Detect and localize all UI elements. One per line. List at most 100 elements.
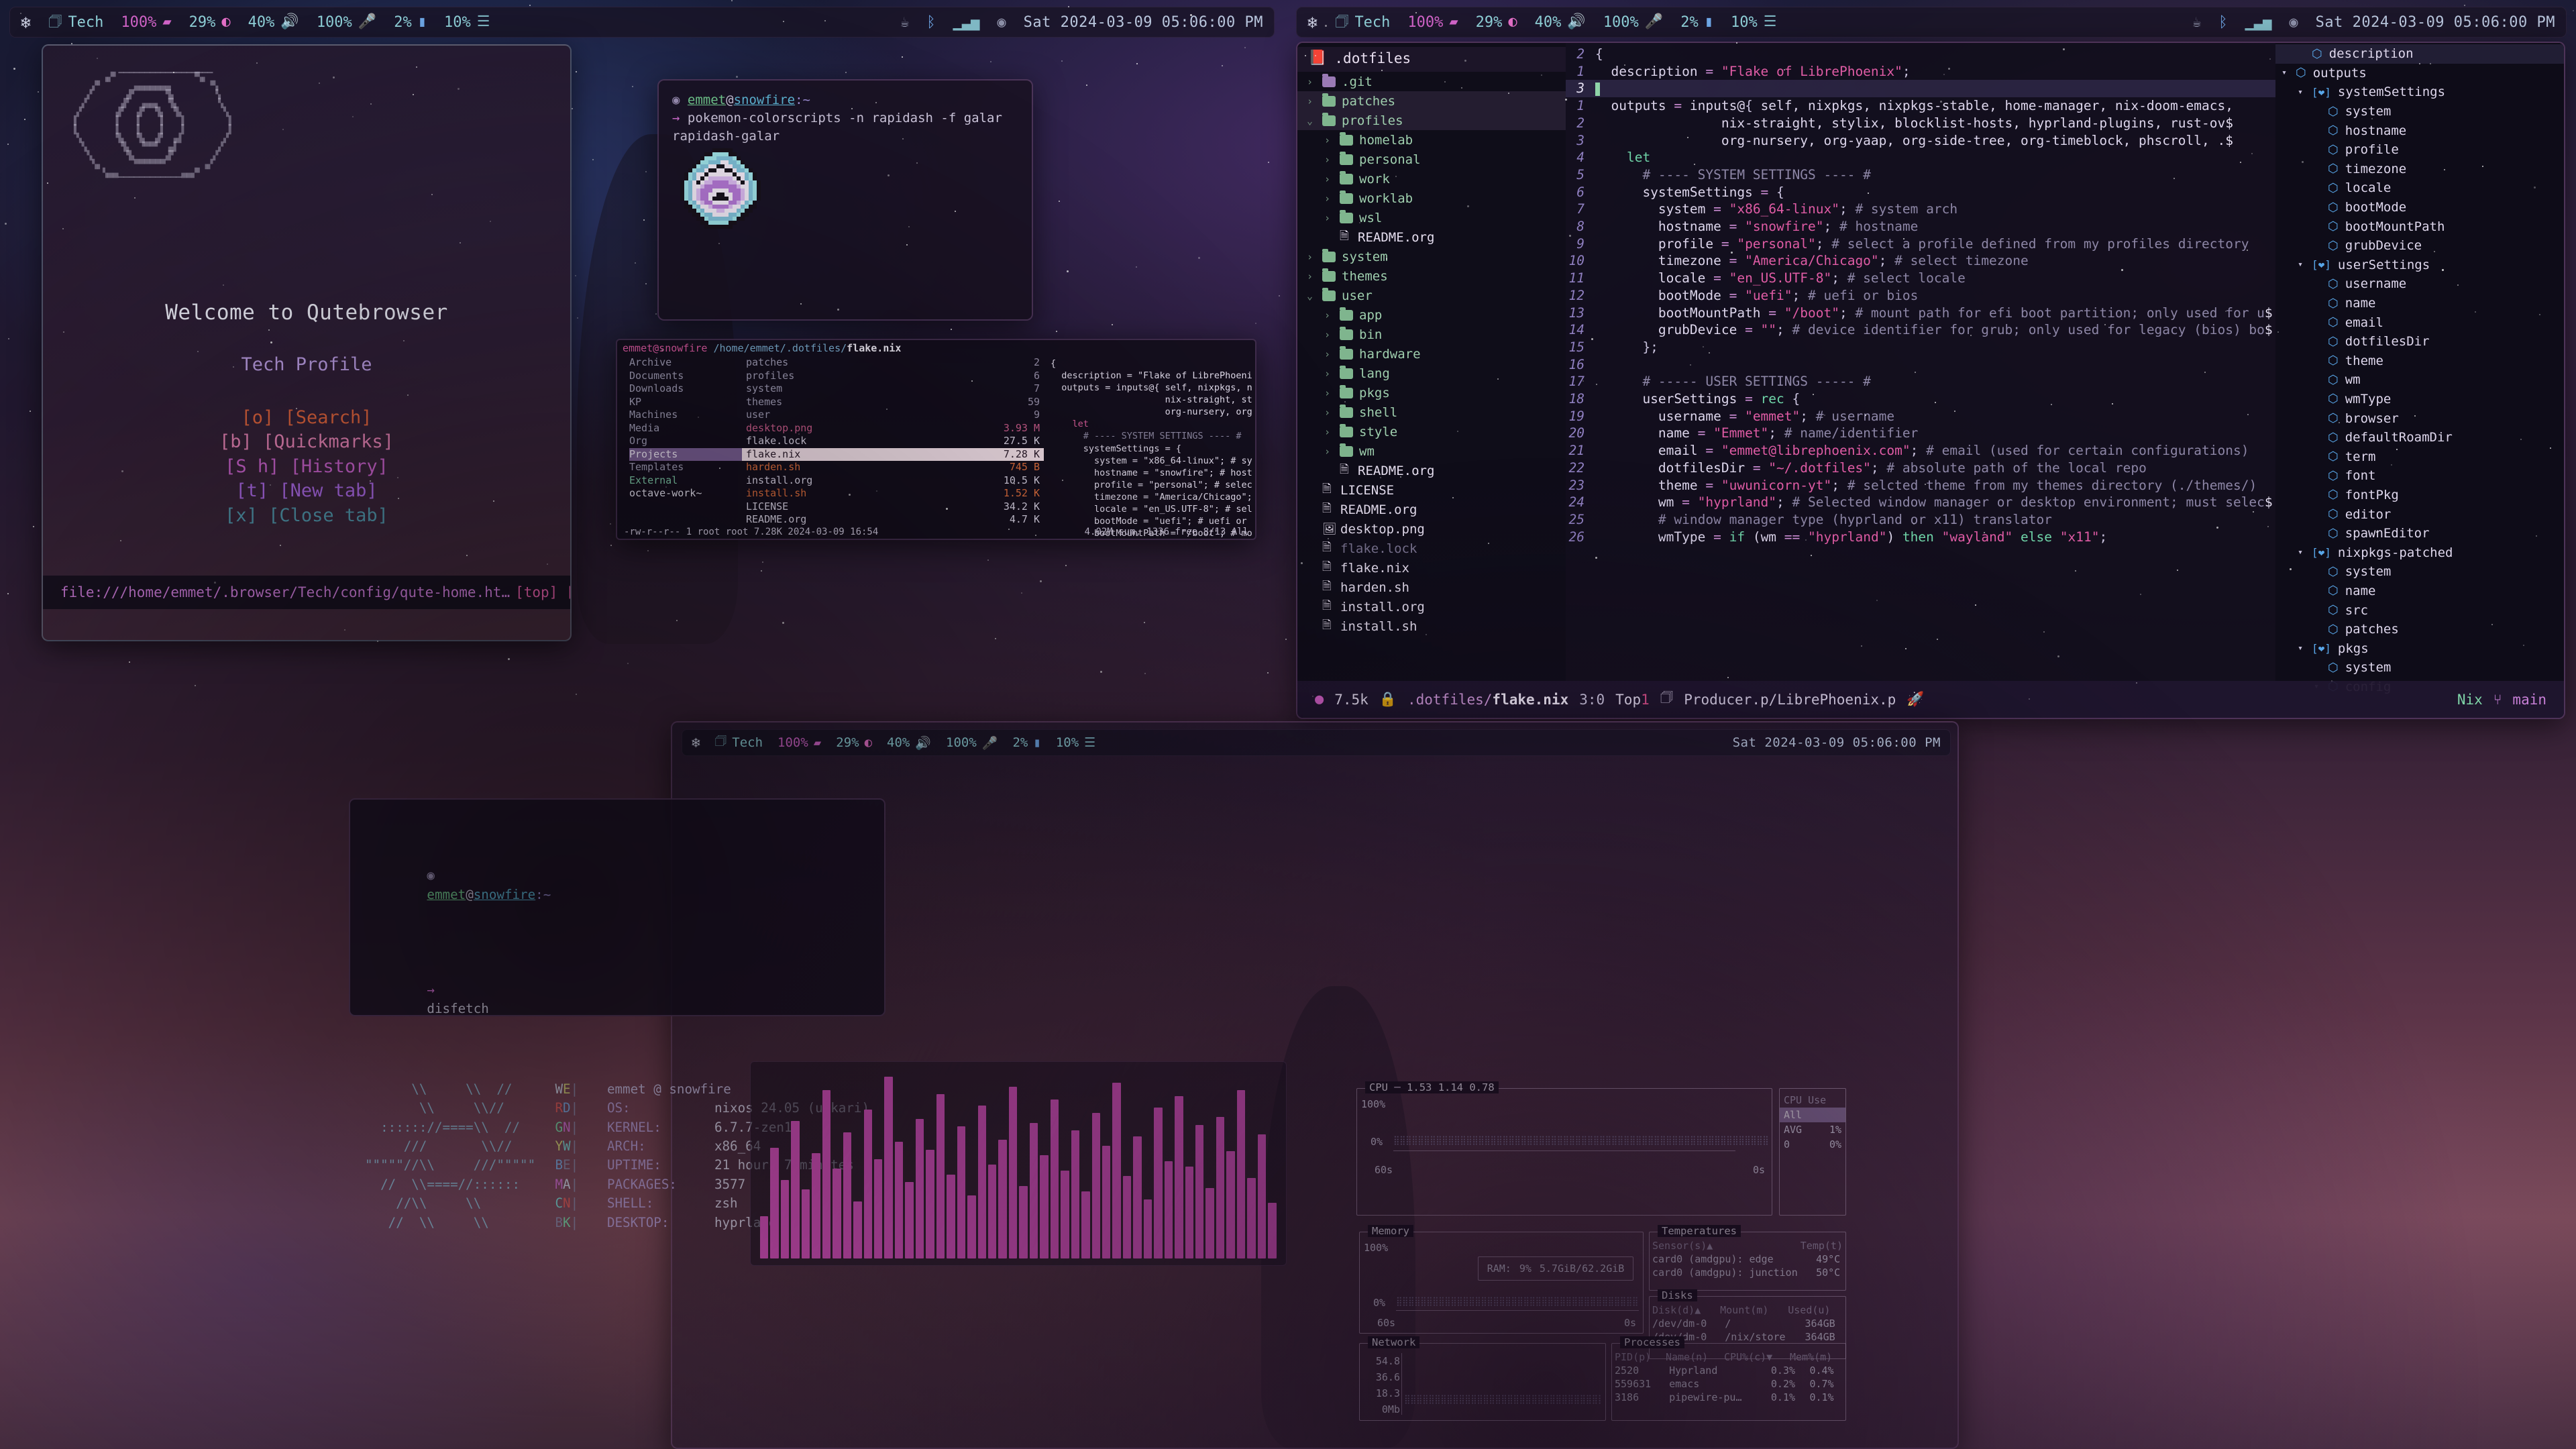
chevron-icon[interactable]: › — [1324, 348, 1334, 360]
ranger-file-row[interactable]: LICENSE 34.2 K — [742, 500, 1044, 514]
top-bar-bottom-monitor[interactable]: ❄ 🗇 Tech 100% ▰ 29% ◐ 40% 🔊 100% 🎤 2% ▮ … — [682, 729, 1951, 756]
emacs-outline-item[interactable]: ⬡ profile — [2275, 140, 2564, 160]
ranger-parent-item[interactable]: Documents — [629, 370, 742, 383]
brightness-indicator-bottom[interactable]: 29% ◐ — [836, 735, 872, 750]
nix-logo-bottom[interactable]: ❄ — [692, 735, 700, 751]
emacs-tree-item[interactable]: › .git — [1297, 72, 1566, 91]
emacs-tree-item[interactable]: › style — [1297, 422, 1566, 441]
tray-no-coffee-icon-right[interactable]: ☕ — [2192, 14, 2201, 31]
emacs-outline-item[interactable]: ▾ [❤] systemSettings — [2275, 83, 2564, 102]
chevron-icon[interactable]: › — [1324, 368, 1334, 380]
emacs-outline-item[interactable]: ⬡ patches — [2275, 620, 2564, 639]
chevron-icon[interactable]: › — [1324, 212, 1334, 224]
workspace-indicator-bottom[interactable]: 🗇 Tech — [715, 732, 763, 753]
qutebrowser-shortcut-3[interactable]: [t] [New tab] — [43, 479, 570, 503]
qutebrowser-shortcut-4[interactable]: [x] [Close tab] — [43, 504, 570, 528]
chevron-icon[interactable]: › — [1324, 329, 1334, 341]
ranger-file-manager-window[interactable]: emmet@snowfire /home/emmet/.dotfiles/fla… — [616, 339, 1256, 540]
clock-bottom[interactable]: Sat 2024-03-09 05:06:00 PM — [1733, 735, 1941, 750]
emacs-outline-item[interactable]: ▾ ⬡ outputs — [2275, 64, 2564, 83]
chevron-icon[interactable]: › — [1324, 154, 1334, 166]
emacs-outline-item[interactable]: ⬡ src — [2275, 600, 2564, 620]
emacs-outline-item[interactable]: ⬡ wmType — [2275, 390, 2564, 409]
ranger-parent-item[interactable]: KP — [629, 396, 742, 409]
emacs-tree-item[interactable]: › personal — [1297, 150, 1566, 169]
ranger-parent-item[interactable]: Machines — [629, 409, 742, 422]
top-bar-right-monitor[interactable]: ❄ 🗇 Tech 100% ▰ 29% ◐ 40% 🔊 100% 🎤 2% ▮ … — [1296, 7, 2567, 38]
cpu-indicator[interactable]: 2% ▮ — [394, 14, 427, 31]
clock-left[interactable]: Sat 2024-03-09 05:06:00 PM — [1024, 14, 1263, 31]
emacs-tree-item[interactable]: › themes — [1297, 266, 1566, 286]
ranger-parent-column[interactable]: Archive Documents Downloads KP Machines Media… — [620, 356, 742, 539]
volume-indicator-bottom[interactable]: 40% 🔊 — [887, 735, 931, 751]
ranger-file-row[interactable]: install.org 10.5 K — [742, 474, 1044, 488]
clock-right[interactable]: Sat 2024-03-09 05:06:00 PM — [2316, 14, 2555, 31]
chevron-icon[interactable]: ⌄ — [1307, 290, 1316, 302]
ranger-file-row[interactable]: flake.nix 7.28 K — [742, 447, 1044, 461]
ranger-current-column[interactable]: patches 2 profiles 6 system 7 themes 59 user 9 des… — [742, 356, 1044, 539]
tray-bluetooth-icon[interactable]: ᛒ — [926, 14, 935, 31]
qutebrowser-window[interactable]: ▁▁▁▁▁▁▁▁▁▁▁▁▁▁▁▁▁▁ ▗▞▘ ▝▚▖ ▞▘ ▄▄▄▄▄▄▄ ▝▚… — [42, 44, 572, 641]
qutebrowser-shortcut-2[interactable]: [S h] [History] — [43, 455, 570, 479]
emacs-tree-item[interactable]: 🗎 install.org — [1297, 597, 1566, 616]
emacs-outline-item[interactable]: ⬡ wm — [2275, 370, 2564, 390]
emacs-tree-item[interactable]: 🗎 README.org — [1297, 461, 1566, 480]
chevron-icon[interactable]: › — [1324, 407, 1334, 419]
ranger-parent-item[interactable]: Media — [629, 422, 742, 435]
emacs-outline-item[interactable]: ⬡ timezone — [2275, 160, 2564, 179]
mic-indicator-right[interactable]: 100% 🎤 — [1603, 14, 1663, 31]
emacs-outline-item[interactable]: ⬡ browser — [2275, 409, 2564, 428]
emacs-outline-item[interactable]: ⬡ system — [2275, 102, 2564, 121]
tray-bluetooth-icon-right[interactable]: ᛒ — [2218, 14, 2227, 31]
mic-indicator[interactable]: 100% 🎤 — [317, 14, 376, 31]
chevron-icon[interactable]: › — [1324, 193, 1334, 205]
battery-indicator[interactable]: 100% ▰ — [121, 14, 171, 31]
emacs-outline-item[interactable]: ⬡ name — [2275, 294, 2564, 313]
ram-indicator[interactable]: 10% ☰ — [444, 14, 490, 31]
btop-cpu-legend-row[interactable]: 0 0% — [1780, 1137, 1845, 1152]
emacs-outline-sidebar[interactable]: ⬡ description ▾ ⬡ outputs ▾ [❤] systemSettings ⬡… — [2275, 43, 2564, 694]
emacs-outline-item[interactable]: ⬡ bootMode — [2275, 198, 2564, 217]
chevron-icon[interactable]: › — [1324, 445, 1334, 458]
emacs-outline-item[interactable]: ⬡ hostname — [2275, 121, 2564, 140]
nix-logo-right[interactable]: ❄ — [1307, 14, 1318, 31]
emacs-outline-item[interactable]: ⬡ grubDevice — [2275, 236, 2564, 256]
chevron-icon[interactable]: › — [1324, 173, 1334, 185]
emacs-tree-item[interactable]: › work — [1297, 169, 1566, 189]
emacs-outline-item[interactable]: ⬡ system — [2275, 658, 2564, 678]
emacs-outline-item[interactable]: ⬡ name — [2275, 582, 2564, 601]
ranger-file-row[interactable]: install.sh 1.52 K — [742, 487, 1044, 500]
emacs-tree-item[interactable]: 🗎 harden.sh — [1297, 578, 1566, 597]
btop-memory-box[interactable]: Memory 100% RAM: 9% 5.7GiB/62.2GiB 0% ⣿⣿… — [1359, 1225, 1644, 1334]
chevron-icon[interactable]: ⌄ — [1307, 115, 1316, 127]
emacs-tree-item[interactable]: › system — [1297, 247, 1566, 266]
chevron-icon[interactable]: › — [1307, 95, 1316, 107]
btop-processes-box[interactable]: Processes PID(p) Name(n) CPU%(c)▼ Mem%(m… — [1611, 1336, 1846, 1421]
emacs-tree-item[interactable]: › wsl — [1297, 208, 1566, 227]
emacs-outline-item[interactable]: ⬡ spawnEditor — [2275, 524, 2564, 543]
btop-cpu-box[interactable]: CPU ─ 1.53 1.14 0.78 100% 0% ⣿⣿⣿⣿⣿⣿⣿⣿⣿⣿⣿… — [1356, 1081, 1772, 1216]
emacs-tree-item[interactable]: › homelab — [1297, 130, 1566, 150]
ranger-file-row[interactable]: patches 2 — [742, 356, 1044, 370]
emacs-tree-item[interactable]: 🗎 README.org — [1297, 500, 1566, 519]
btop-cpu-legend-row[interactable]: All — [1780, 1108, 1845, 1122]
emacs-tree-item[interactable]: › app — [1297, 305, 1566, 325]
triangle-toggle-icon[interactable]: ▾ — [2296, 547, 2305, 557]
emacs-tree-item[interactable]: › hardware — [1297, 344, 1566, 364]
emacs-tree-item[interactable]: 🖼 desktop.png — [1297, 519, 1566, 539]
ram-indicator-right[interactable]: 10% ☰ — [1731, 14, 1776, 31]
emacs-tree-item[interactable]: 🗎 install.sh — [1297, 616, 1566, 636]
btop-process-row[interactable]: 3186 pipewire-pu… 0.1% 0.1% — [1612, 1391, 1845, 1404]
ranger-file-row[interactable]: system 7 — [742, 382, 1044, 396]
emacs-code-buffer[interactable]: 2{1 description = "Flake of LibrePhoenix… — [1566, 43, 2275, 684]
emacs-outline-item[interactable]: ▾ [❤] nixpkgs-patched — [2275, 543, 2564, 562]
btop-disk-row[interactable]: /dev/dm-0 / 364GB — [1650, 1317, 1845, 1330]
emacs-outline-item[interactable]: ⬡ font — [2275, 466, 2564, 486]
emacs-tree-item[interactable]: › lang — [1297, 364, 1566, 383]
ram-indicator-bottom[interactable]: 10% ☰ — [1056, 735, 1095, 750]
emacs-tree-item[interactable]: › bin — [1297, 325, 1566, 344]
ranger-parent-item[interactable]: octave-work~ — [629, 487, 742, 500]
tray-disc-icon[interactable]: ◉ — [997, 14, 1006, 31]
btop-temp-row[interactable]: card0 (amdgpu): edge 49°C — [1650, 1252, 1845, 1266]
emacs-outline-item[interactable]: ⬡ locale — [2275, 178, 2564, 198]
